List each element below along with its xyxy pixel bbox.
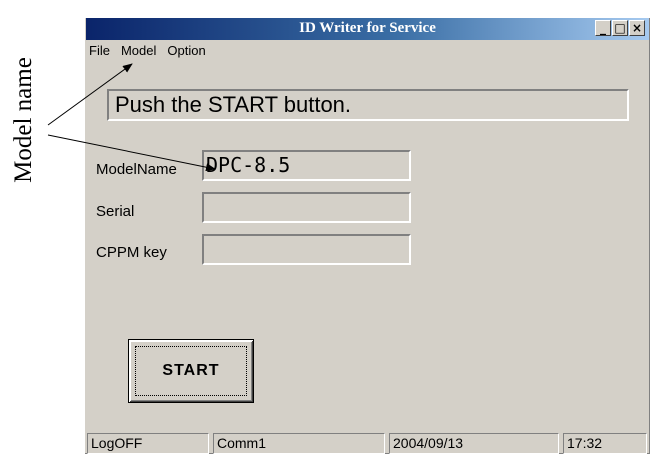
callout-label: Model name: [4, 40, 44, 200]
status-bar: LogOFF Comm1 2004/09/13 17:32: [85, 433, 650, 454]
focus-rectangle: [135, 346, 247, 396]
title-bar[interactable]: ID Writer for Service _ □ ×: [86, 18, 649, 40]
cppm-key-field[interactable]: [202, 234, 411, 265]
status-message: Push the START button.: [107, 89, 629, 121]
model-name-field[interactable]: DPC-8.5: [202, 150, 411, 181]
callout-label-text: Model name: [10, 57, 38, 183]
cppm-key-label: CPPM key: [96, 244, 167, 261]
maximize-button[interactable]: □: [612, 20, 628, 36]
close-button[interactable]: ×: [629, 20, 645, 36]
start-button[interactable]: START: [128, 339, 254, 403]
minimize-button[interactable]: _: [595, 20, 611, 36]
status-date: 2004/09/13: [389, 433, 559, 454]
model-name-label: ModelName: [96, 161, 177, 178]
serial-field[interactable]: [202, 192, 411, 223]
window-title: ID Writer for Service: [299, 20, 436, 36]
app-window: ID Writer for Service _ □ × File Model O…: [84, 17, 650, 454]
status-login: LogOFF: [87, 433, 209, 454]
status-time: 17:32: [563, 433, 647, 454]
menu-bar: File Model Option: [85, 42, 211, 60]
menu-option[interactable]: Option: [161, 42, 210, 60]
menu-model[interactable]: Model: [115, 42, 161, 60]
status-comm: Comm1: [213, 433, 385, 454]
window-controls: _ □ ×: [594, 20, 645, 36]
serial-label: Serial: [96, 203, 135, 220]
menu-file[interactable]: File: [85, 42, 115, 60]
